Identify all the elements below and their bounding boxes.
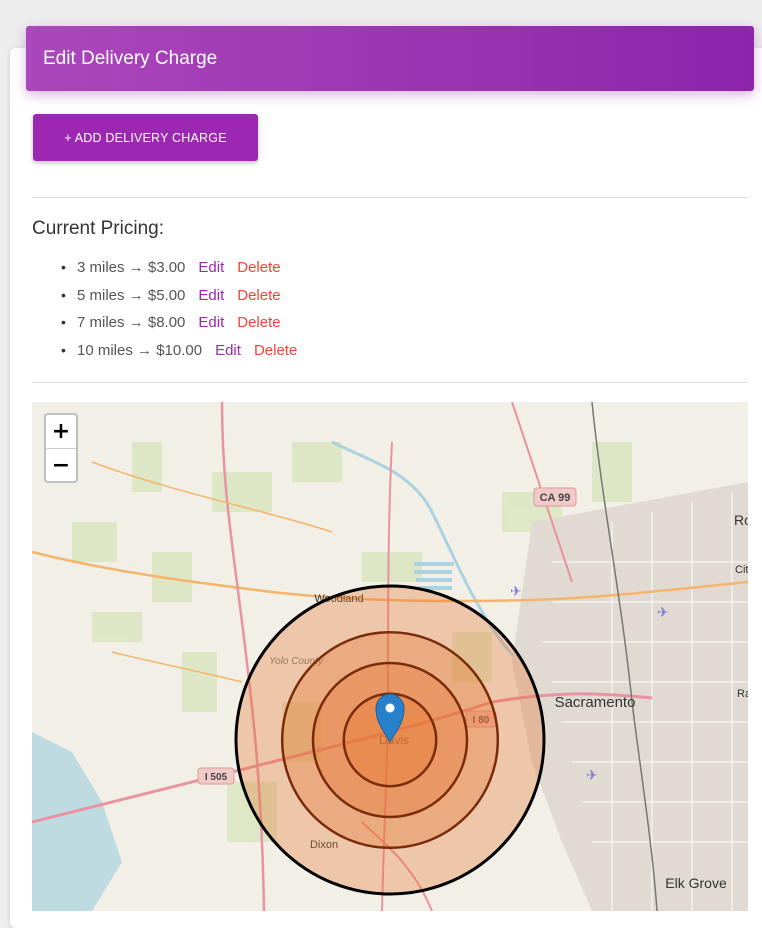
- sacramento-label: Sacramento: [555, 694, 636, 711]
- divider: [32, 197, 748, 198]
- delete-link[interactable]: Delete: [254, 342, 297, 359]
- list-item: 5 miles → $5.00 Edit Delete: [32, 282, 297, 310]
- map-canvas[interactable]: CA 99 I 80 I 505 ✈ ✈ ✈ Woodland Yolo Cou…: [32, 402, 748, 911]
- divider: [32, 382, 748, 383]
- ca99-shield: CA 99: [533, 487, 577, 507]
- i505-shield: I 505: [197, 767, 235, 785]
- map-view[interactable]: CA 99 I 80 I 505 ✈ ✈ ✈ Woodland Yolo Cou…: [32, 402, 748, 911]
- zoom-out-button[interactable]: −: [46, 448, 76, 481]
- zoom-control: + −: [44, 413, 78, 483]
- add-delivery-charge-button[interactable]: + ADD DELIVERY CHARGE: [33, 114, 258, 161]
- pricing-list: 3 miles → $3.00 Edit Delete 5 miles → $5.0…: [32, 254, 297, 364]
- citrus-heights-label: Cit: [735, 564, 748, 576]
- card-header: Edit Delivery Charge: [26, 26, 754, 91]
- i505-label: I 505: [205, 772, 228, 783]
- delete-link[interactable]: Delete: [237, 314, 280, 331]
- elk-grove-label: Elk Grove: [665, 875, 727, 891]
- airport-icon: ✈: [657, 605, 669, 621]
- list-item: 3 miles → $3.00 Edit Delete: [32, 254, 297, 282]
- pricing-text: 5 miles → $5.00: [77, 286, 186, 304]
- edit-link[interactable]: Edit: [198, 287, 224, 304]
- pricing-text: 3 miles → $3.00: [77, 259, 186, 276]
- edit-link[interactable]: Edit: [215, 342, 241, 359]
- pricing-text: 7 miles → $8.00: [77, 314, 186, 332]
- list-item: 7 miles → $8.00 Edit Delete: [32, 309, 297, 337]
- delete-link[interactable]: Delete: [237, 259, 280, 276]
- list-item: 10 miles → $10.00 Edit Delete: [32, 337, 297, 365]
- page-title: Edit Delivery Charge: [43, 47, 218, 69]
- roseville-label: Ro: [734, 512, 748, 528]
- ca99-label: CA 99: [540, 492, 571, 504]
- airport-icon: ✈: [586, 768, 598, 784]
- airport-icon: ✈: [510, 584, 522, 600]
- edit-link[interactable]: Edit: [198, 314, 224, 331]
- rancho-label: Rancho: [737, 688, 748, 700]
- pricing-text: 10 miles → $10.00: [77, 341, 203, 359]
- delete-link[interactable]: Delete: [237, 287, 280, 304]
- edit-link[interactable]: Edit: [198, 259, 224, 276]
- zoom-in-button[interactable]: +: [46, 415, 76, 448]
- pricing-title: Current Pricing:: [32, 218, 164, 239]
